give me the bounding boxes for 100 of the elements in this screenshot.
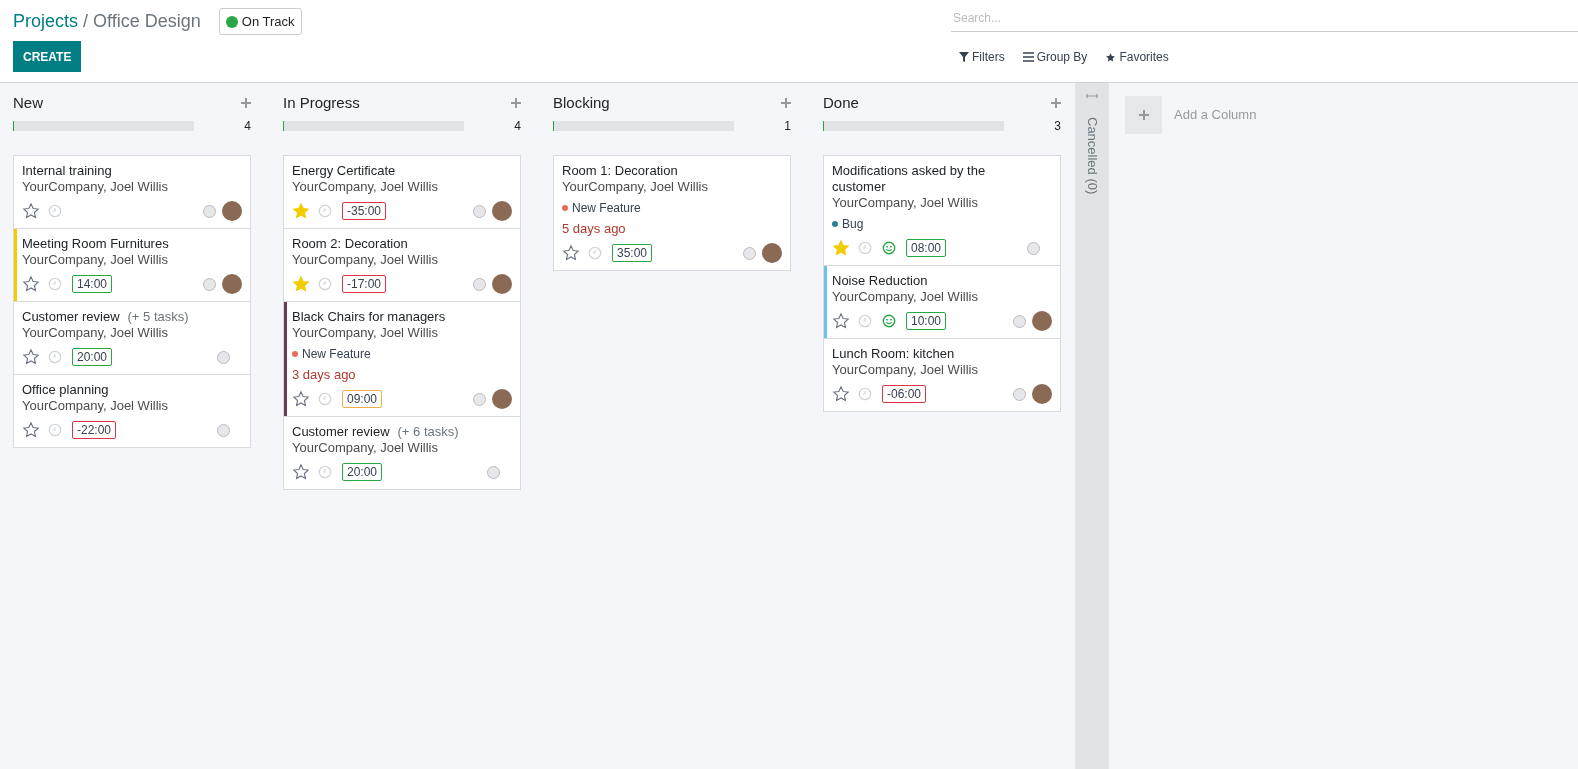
clock-icon[interactable] [318, 204, 332, 218]
hours-badge: -22:00 [72, 421, 117, 439]
task-card[interactable]: Room 1: Decoration YourCompany, Joel Willis New Feature 5 days ago 35:00 [553, 155, 791, 271]
hours-badge: -17:00 [342, 275, 387, 293]
clock-icon[interactable] [588, 246, 602, 260]
clock-icon[interactable] [48, 204, 62, 218]
avatar[interactable] [492, 274, 512, 294]
star-icon[interactable] [22, 421, 40, 439]
status-button[interactable]: On Track [218, 8, 302, 35]
breadcrumb-separator: / [83, 10, 89, 33]
task-company: YourCompany, Joel Willis [292, 252, 439, 268]
avatar[interactable] [492, 389, 512, 409]
avatar[interactable] [222, 274, 242, 294]
task-company: YourCompany, Joel Willis [22, 398, 169, 414]
subtask-count: (+ 5 tasks) [127, 309, 189, 324]
task-title: Energy Certificate [292, 163, 396, 178]
star-icon[interactable] [832, 312, 850, 330]
star-icon[interactable] [832, 385, 850, 403]
task-card[interactable]: Customer review (+ 6 tasks) YourCompany, Joel Willis 20:00 [283, 416, 521, 490]
menu-icon [1022, 52, 1034, 62]
plus-icon[interactable] [1051, 98, 1061, 108]
task-title: Modifications asked by the customer [832, 163, 986, 194]
task-title: Meeting Room Furnitures [22, 236, 169, 251]
task-company: YourCompany, Joel Willis [292, 440, 439, 456]
task-title: Room 2: Decoration [292, 236, 408, 251]
column-count: 1 [784, 118, 791, 135]
star-icon[interactable] [22, 275, 40, 293]
breadcrumb-current: Office Design [93, 10, 201, 33]
search-option-button[interactable]: Favorites [1105, 48, 1169, 66]
folded-column[interactable]: Cancelled (0) [1075, 83, 1109, 769]
task-title: Internal training [22, 163, 112, 178]
column-title: Blocking [553, 92, 610, 113]
clock-icon[interactable] [318, 465, 332, 479]
smiley-icon [882, 241, 896, 255]
star-icon[interactable] [22, 202, 40, 220]
task-card[interactable]: Customer review (+ 5 tasks) YourCompany, Joel Willis 20:00 [13, 301, 251, 375]
clock-icon[interactable] [318, 392, 332, 406]
avatar[interactable] [492, 201, 512, 221]
plus-icon [1138, 110, 1149, 120]
task-card[interactable]: Noise Reduction YourCompany, Joel Willis 10:00 [823, 265, 1061, 339]
expand-icon [1086, 93, 1098, 99]
add-column-label: Add a Column [1174, 106, 1257, 125]
task-company: YourCompany, Joel Willis [292, 325, 439, 341]
hours-badge: -06:00 [882, 385, 927, 403]
hours-badge: 20:00 [72, 348, 113, 366]
column-count: 3 [1054, 118, 1061, 135]
avatar[interactable] [1032, 384, 1052, 404]
task-title: Room 1: Decoration [562, 163, 678, 178]
task-card[interactable]: Black Chairs for managers YourCompany, Joel Willis New Feature 3 days ago 09:00 [283, 301, 521, 417]
avatar[interactable] [222, 201, 242, 221]
task-card[interactable]: Modifications asked by the customer YourCompany, Joel Willis Bug 08:00 [823, 155, 1061, 266]
search-field[interactable]: Search... [951, 4, 1578, 32]
search-option-button[interactable]: Filters [959, 48, 1005, 66]
task-card[interactable]: Room 2: Decoration YourCompany, Joel Willis -17:00 [283, 228, 521, 302]
clock-icon[interactable] [858, 314, 872, 328]
avatar[interactable] [1032, 311, 1052, 331]
clock-icon[interactable] [48, 277, 62, 291]
task-company: YourCompany, Joel Willis [292, 179, 439, 195]
create-button[interactable]: CREATE [13, 41, 82, 72]
column-title: In Progress [283, 92, 360, 113]
plus-icon[interactable] [241, 98, 251, 108]
clock-icon[interactable] [318, 277, 332, 291]
task-card[interactable]: Office planning YourCompany, Joel Willis -22:00 [13, 374, 251, 448]
star-icon[interactable] [22, 348, 40, 366]
hours-badge: 09:00 [342, 390, 383, 408]
task-card[interactable]: Lunch Room: kitchen YourCompany, Joel Willis -06:00 [823, 338, 1061, 412]
plus-icon[interactable] [781, 98, 791, 108]
breadcrumb-link[interactable]: Projects [13, 8, 79, 35]
hours-badge: 20:00 [342, 463, 383, 481]
task-company: YourCompany, Joel Willis [22, 252, 169, 268]
clock-icon[interactable] [858, 387, 872, 401]
task-title: Noise Reduction [832, 273, 928, 288]
hours-badge: 14:00 [72, 275, 113, 293]
column-title: New [13, 92, 43, 113]
task-deadline: 5 days ago [562, 221, 627, 237]
task-card[interactable]: Internal training YourCompany, Joel Willis [13, 155, 251, 229]
hours-badge: 35:00 [612, 244, 653, 262]
clock-icon[interactable] [48, 350, 62, 364]
clock-icon[interactable] [48, 423, 62, 437]
smiley-icon [882, 314, 896, 328]
star-icon[interactable] [292, 463, 310, 481]
task-deadline: 3 days ago [292, 367, 357, 383]
task-title: Office planning [22, 382, 109, 397]
task-tag: New Feature [572, 200, 641, 216]
star-icon [1105, 51, 1117, 63]
plus-icon[interactable] [511, 98, 521, 108]
avatar[interactable] [762, 243, 782, 263]
filter-icon [959, 52, 969, 62]
folded-column-title: Cancelled (0) [1083, 117, 1101, 195]
column-count: 4 [244, 118, 251, 135]
search-option-button[interactable]: Group By [1022, 48, 1088, 66]
task-card[interactable]: Energy Certificate YourCompany, Joel Willis -35:00 [283, 155, 521, 229]
task-card[interactable]: Meeting Room Furnitures YourCompany, Joel Willis 14:00 [13, 228, 251, 302]
star-icon[interactable] [292, 390, 310, 408]
task-company: YourCompany, Joel Willis [832, 362, 979, 378]
star-icon[interactable] [562, 244, 580, 262]
column-count: 4 [514, 118, 521, 135]
clock-icon[interactable] [858, 241, 872, 255]
hours-badge: -35:00 [342, 202, 387, 220]
column-title: Done [823, 92, 859, 113]
